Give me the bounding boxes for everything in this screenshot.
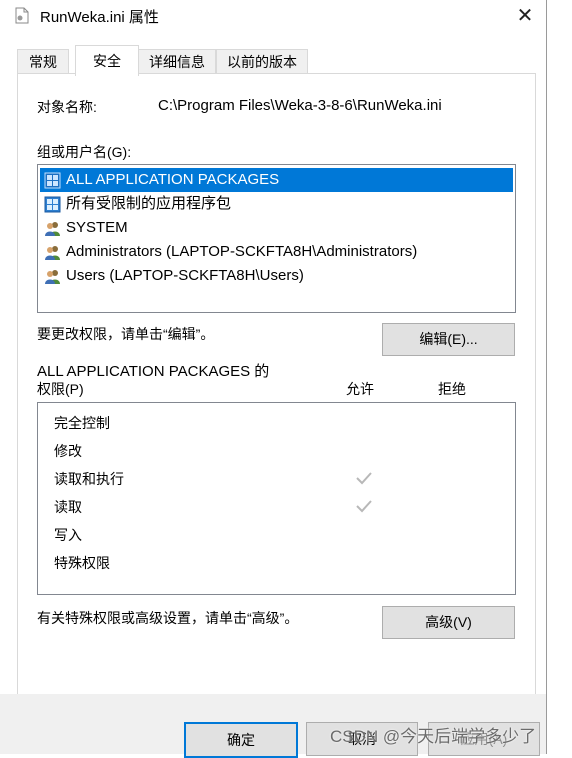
group-item-restricted-packages[interactable]: 所有受限制的应用程序包 [40, 192, 513, 216]
checkmark-icon [356, 472, 372, 485]
file-icon [15, 7, 29, 24]
tab-previous-versions[interactable]: 以前的版本 [216, 49, 308, 74]
groups-label: 组或用户名(G): [37, 144, 132, 160]
app-package-icon [44, 172, 61, 189]
advanced-hint: 有关特殊权限或高级设置，请单击“高级”。 [37, 610, 299, 626]
permission-write: 写入 [54, 527, 82, 543]
group-item-label: 所有受限制的应用程序包 [66, 195, 232, 212]
permission-read: 读取 [54, 499, 82, 515]
tab-security[interactable]: 安全 [75, 45, 139, 76]
permission-full-control: 完全控制 [54, 415, 110, 431]
permission-read-execute: 读取和执行 [54, 471, 124, 487]
deny-column-header: 拒绝 [438, 381, 466, 397]
object-name-value: C:\Program Files\Weka-3-8-6\RunWeka.ini [158, 97, 442, 114]
group-item-label: ALL APPLICATION PACKAGES [66, 171, 280, 188]
group-item-label: SYSTEM [66, 219, 128, 236]
group-item-system[interactable]: SYSTEM [40, 216, 513, 240]
allow-column-header: 允许 [346, 381, 374, 397]
edit-hint: 要更改权限，请单击“编辑”。 [37, 326, 215, 342]
edit-button[interactable]: 编辑(E)... [382, 323, 515, 356]
advanced-button[interactable]: 高级(V) [382, 606, 515, 639]
permission-modify: 修改 [54, 443, 82, 459]
app-package-icon [44, 196, 61, 213]
watermark: CSDN @今天后端学多少了 [330, 727, 537, 746]
close-button[interactable]: ✕ [509, 4, 541, 28]
groups-listbox[interactable]: ALL APPLICATION PACKAGES 所有受限制的应用程序包 SYS… [37, 164, 516, 313]
group-item-all-app-packages[interactable]: ALL APPLICATION PACKAGES [40, 168, 513, 192]
permissions-list[interactable]: 完全控制 修改 读取和执行 读取 写入 特殊权限 [37, 402, 516, 595]
group-item-label: Administrators (LAPTOP-SCKFTA8H\Administ… [66, 243, 418, 260]
ok-button[interactable]: 确定 [184, 722, 298, 758]
permissions-label: 权限(P) [37, 381, 84, 397]
group-item-users[interactable]: Users (LAPTOP-SCKFTA8H\Users) [40, 264, 513, 288]
permission-special: 特殊权限 [54, 555, 110, 571]
users-icon [45, 246, 60, 260]
window-title: RunWeka.ini 属性 [40, 9, 159, 26]
properties-dialog: RunWeka.ini 属性 ✕ 常规 安全 详细信息 以前的版本 对象名称: … [0, 0, 547, 758]
users-icon [45, 222, 60, 236]
close-icon: ✕ [516, 5, 534, 27]
tab-details[interactable]: 详细信息 [138, 49, 216, 74]
users-icon [45, 270, 60, 284]
background-page: 题、 创作 议 [546, 0, 572, 754]
checkmark-icon [356, 500, 372, 513]
title-bar[interactable]: RunWeka.ini 属性 ✕ [0, 0, 546, 32]
object-name-label: 对象名称: [37, 99, 97, 115]
group-item-administrators[interactable]: Administrators (LAPTOP-SCKFTA8H\Administ… [40, 240, 513, 264]
tab-general[interactable]: 常规 [17, 49, 69, 74]
permissions-title: ALL APPLICATION PACKAGES 的 [37, 363, 270, 380]
group-item-label: Users (LAPTOP-SCKFTA8H\Users) [66, 267, 304, 284]
